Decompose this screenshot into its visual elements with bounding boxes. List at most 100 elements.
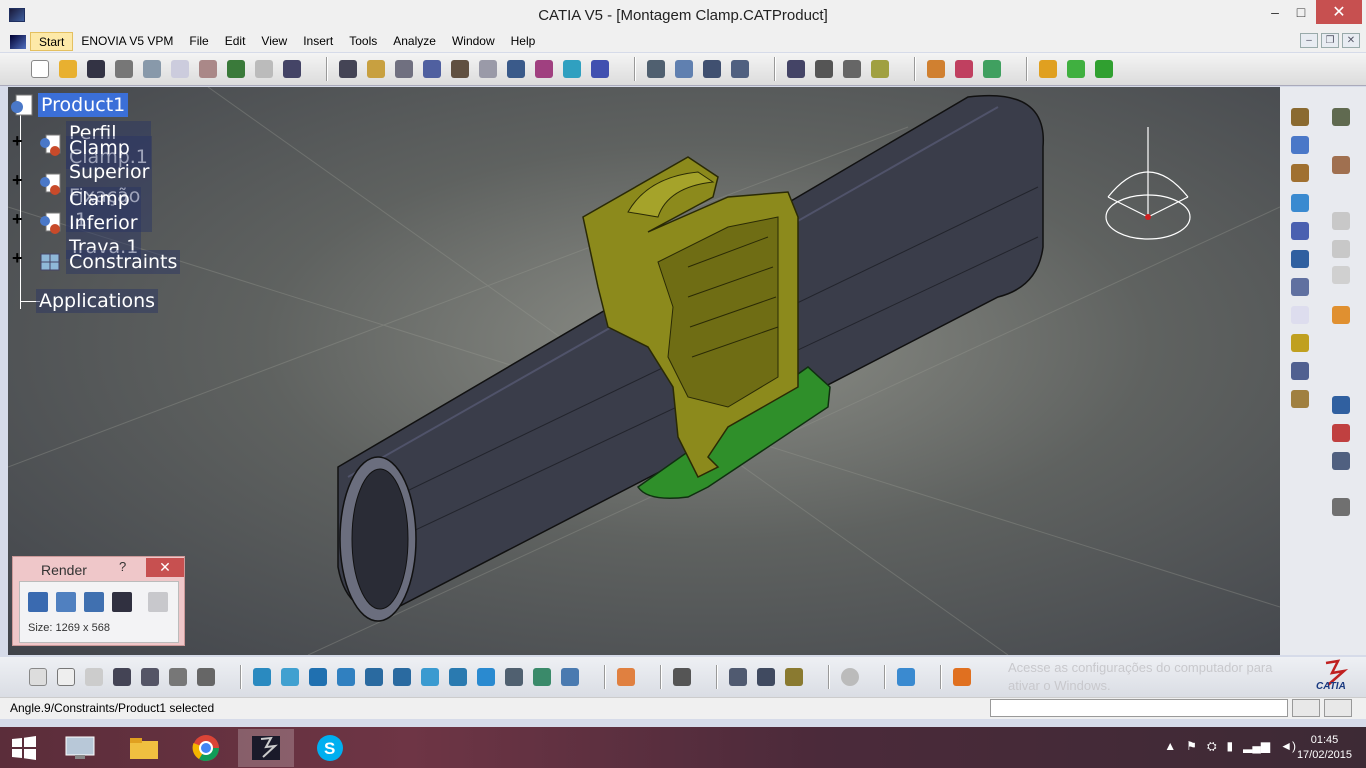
menu-start[interactable]: Start <box>30 32 74 51</box>
cursor-icon[interactable] <box>1329 303 1353 327</box>
gear-icon[interactable] <box>1288 105 1312 129</box>
product-structure-icon[interactable] <box>644 57 668 81</box>
manage-representations-icon[interactable] <box>1288 359 1312 383</box>
multi-instantiation-icon[interactable] <box>1288 387 1312 411</box>
show-hidden-icons-icon[interactable]: ▲ <box>1164 739 1176 754</box>
menu-edit[interactable]: Edit <box>217 32 254 51</box>
3d-viewport[interactable]: Product1 + Perfil Clamp.1 + Clamp Superi… <box>8 87 1280 655</box>
generate-numbering-icon[interactable] <box>672 57 696 81</box>
menu-window[interactable]: Window <box>444 32 503 51</box>
maximize-button[interactable]: □ <box>1286 0 1316 24</box>
iso-view-icon[interactable] <box>474 665 498 689</box>
remote-desktop-icon[interactable] <box>52 729 108 767</box>
capture-icon[interactable] <box>28 592 52 616</box>
swap-space-icon[interactable] <box>558 665 582 689</box>
fit-icon[interactable] <box>588 57 612 81</box>
open-icon[interactable] <box>56 57 80 81</box>
power-input-field[interactable] <box>990 699 1288 717</box>
menu-enovia[interactable]: ENOVIA V5 VPM <box>73 32 181 51</box>
expand-icon[interactable]: + <box>12 131 23 152</box>
zoom-out-icon[interactable] <box>390 665 414 689</box>
tree-node-applications[interactable]: Applications <box>36 287 159 315</box>
expand-icon[interactable]: + <box>12 248 23 269</box>
move-icon[interactable] <box>812 57 836 81</box>
graph-tree-icon[interactable] <box>1288 247 1312 271</box>
hint-icon[interactable] <box>82 665 106 689</box>
redo-icon[interactable] <box>252 57 276 81</box>
part-icon[interactable] <box>1288 161 1312 185</box>
publication-icon[interactable] <box>1036 57 1060 81</box>
menu-analyze[interactable]: Analyze <box>385 32 444 51</box>
undo-icon[interactable] <box>224 57 248 81</box>
status-bar-button[interactable] <box>1292 699 1320 717</box>
catalog-icon[interactable] <box>336 57 360 81</box>
measure-item-icon[interactable] <box>754 665 778 689</box>
layer-icon[interactable] <box>894 665 918 689</box>
menu-view[interactable]: View <box>253 32 295 51</box>
menu-tools[interactable]: Tools <box>341 32 385 51</box>
new-part-icon[interactable] <box>392 57 416 81</box>
reorder-icon[interactable] <box>1288 275 1312 299</box>
pencil-icon[interactable] <box>476 57 500 81</box>
print-icon[interactable] <box>670 665 694 689</box>
fit-all-icon[interactable] <box>278 665 302 689</box>
tree-label-constraints[interactable]: Constraints <box>66 250 181 274</box>
line-icon[interactable] <box>1329 263 1353 287</box>
windows-start-button[interactable] <box>10 735 38 761</box>
existing-component-icon[interactable] <box>364 57 388 81</box>
update-icon[interactable] <box>838 665 862 689</box>
bill-of-material-icon[interactable] <box>700 57 724 81</box>
stop-command-button[interactable] <box>1324 699 1352 717</box>
tree-node-constraints[interactable]: Constraints <box>38 248 181 276</box>
network-share-icon[interactable]: ⛭ <box>1207 739 1217 754</box>
save-icon[interactable] <box>84 57 108 81</box>
document-icon[interactable] <box>10 34 26 49</box>
battery-icon[interactable]: ▮ <box>1227 739 1234 754</box>
paste-icon[interactable] <box>196 57 220 81</box>
tree-node-product1[interactable]: Product1 <box>10 91 129 119</box>
close-button[interactable]: ✕ <box>1316 0 1362 24</box>
menu-insert[interactable]: Insert <box>295 32 341 51</box>
flag-icon[interactable]: ⚑ <box>1186 739 1197 754</box>
explode-icon[interactable] <box>840 57 864 81</box>
gear-icon[interactable] <box>1329 105 1353 129</box>
expand-icon[interactable]: + <box>12 170 23 191</box>
knowledge-icon[interactable] <box>1064 57 1088 81</box>
measure-icon[interactable] <box>504 57 528 81</box>
gear-icon[interactable] <box>1329 495 1353 519</box>
distance-icon[interactable] <box>980 57 1004 81</box>
numbering-icon[interactable] <box>1288 303 1312 327</box>
print-icon[interactable] <box>112 57 136 81</box>
menu-help[interactable]: Help <box>503 32 544 51</box>
assembly-geometry[interactable] <box>8 87 1280 655</box>
render-help-button[interactable]: ? <box>119 559 126 574</box>
replace-component-icon[interactable] <box>420 57 444 81</box>
render-icon[interactable] <box>84 592 108 616</box>
replace-icon[interactable] <box>1288 219 1312 243</box>
formula-icon[interactable] <box>26 665 50 689</box>
comment-icon[interactable] <box>54 665 78 689</box>
tree-node-clamp-inferior[interactable]: Clamp Inferior Trava.1 <box>38 187 142 259</box>
signal-icon[interactable]: ▂▄▆ <box>1243 739 1270 754</box>
assembly-icon[interactable] <box>1329 421 1353 445</box>
copy-icon[interactable] <box>168 57 192 81</box>
multi-view-icon[interactable] <box>446 665 470 689</box>
sectioning-icon[interactable] <box>952 57 976 81</box>
existing-component-icon[interactable] <box>1288 191 1312 215</box>
system-clock[interactable]: 01:45 17/02/2015 <box>1297 733 1352 763</box>
render-close-button[interactable]: ✕ <box>146 558 184 577</box>
shading-icon[interactable] <box>502 665 526 689</box>
split-icon[interactable] <box>1329 449 1353 473</box>
normal-view-icon[interactable] <box>418 665 442 689</box>
clash-icon[interactable] <box>924 57 948 81</box>
zoom-in-icon[interactable] <box>362 665 386 689</box>
doc-close-button[interactable]: ✕ <box>1342 33 1360 48</box>
grid-icon[interactable] <box>614 665 638 689</box>
doc-restore-button[interactable]: ❐ <box>1321 33 1339 48</box>
measure-inertia-icon[interactable] <box>782 665 806 689</box>
pan-icon[interactable] <box>306 665 330 689</box>
anchor-icon[interactable] <box>448 57 472 81</box>
catia-app-icon[interactable] <box>9 8 25 22</box>
file-explorer-icon[interactable] <box>116 729 172 767</box>
selective-load-icon[interactable] <box>1288 331 1312 355</box>
